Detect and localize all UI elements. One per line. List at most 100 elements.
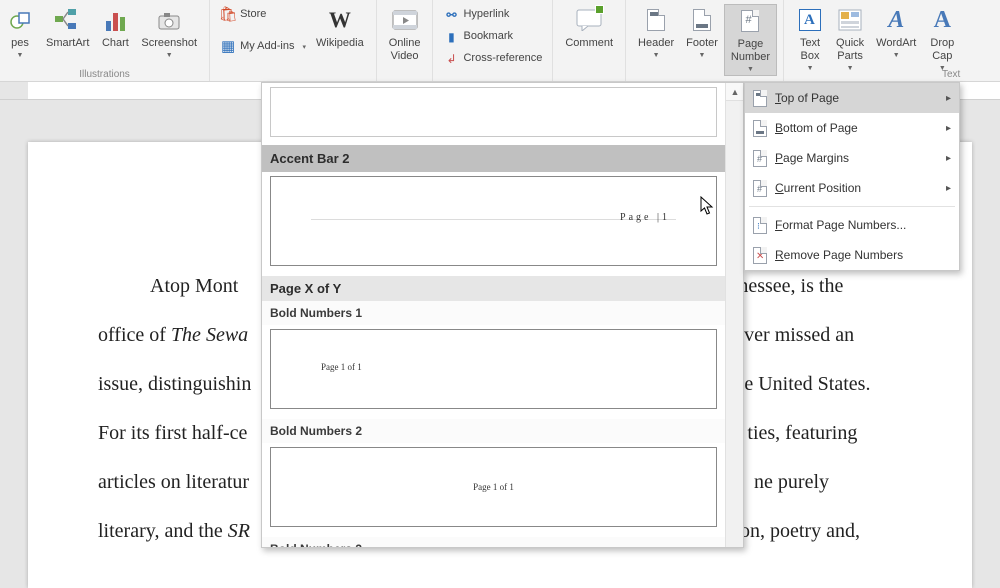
my-addins-button[interactable]: ▦ My Add-ins ▾ bbox=[216, 36, 310, 58]
menu-top-of-page[interactable]: Top of Page ▸ bbox=[745, 83, 959, 113]
store-button[interactable]: 🛍 Store bbox=[216, 4, 310, 26]
menu-remove-page-numbers[interactable]: ✕ Remove Page Numbers bbox=[745, 240, 959, 270]
online-video-button[interactable]: Online Video bbox=[383, 4, 427, 63]
page-margins-icon: # bbox=[751, 149, 769, 167]
menu-format-page-numbers[interactable]: ⁝ Format Page Numbers... bbox=[745, 210, 959, 240]
wordart-button[interactable]: A WordArt ▼ bbox=[870, 4, 922, 61]
group-illustrations: pes ▼ SmartArt Chart Screenshot ▼ Illust… bbox=[0, 0, 210, 81]
submenu-arrow-icon: ▸ bbox=[946, 183, 951, 194]
footer-button[interactable]: Footer ▼ bbox=[680, 4, 724, 61]
menu-separator bbox=[749, 206, 955, 207]
text-box-icon: A bbox=[796, 6, 824, 34]
hyperlink-button[interactable]: ⚯ Hyperlink bbox=[439, 4, 546, 26]
gallery-category-accent-bar-2: Accent Bar 2 bbox=[262, 145, 725, 172]
chevron-down-icon: ▼ bbox=[807, 65, 814, 73]
smartart-icon bbox=[54, 6, 82, 34]
text-fragment: issue, distinguishin bbox=[98, 373, 251, 395]
group-label-illustrations: Illustrations bbox=[0, 69, 209, 80]
page-number-button[interactable]: # Page Number ▼ bbox=[724, 4, 777, 76]
gallery-thumb-text: Page 1 of 1 bbox=[271, 482, 716, 492]
text-fragment-italic: The Sewa bbox=[171, 324, 248, 346]
bookmark-button[interactable]: ▮ Bookmark bbox=[439, 26, 546, 48]
shapes-button[interactable]: pes ▼ bbox=[0, 4, 40, 61]
comment-button[interactable]: Comment bbox=[559, 4, 619, 50]
wikipedia-icon: W bbox=[326, 6, 354, 34]
gallery-item-title: Bold Numbers 2 bbox=[262, 419, 725, 443]
text-box-button[interactable]: A Text Box ▼ bbox=[790, 4, 830, 74]
text-fragment: office of bbox=[98, 324, 171, 346]
current-position-icon: # bbox=[751, 179, 769, 197]
header-label: Header bbox=[638, 37, 674, 50]
screenshot-icon bbox=[155, 6, 183, 34]
gallery-item-bold-numbers-1[interactable]: Page 1 of 1 bbox=[270, 329, 717, 409]
text-fragment: e United States. bbox=[744, 373, 870, 395]
submenu-arrow-icon: ▸ bbox=[946, 123, 951, 134]
quick-parts-button[interactable]: Quick Parts ▼ bbox=[830, 4, 870, 74]
header-button[interactable]: Header ▼ bbox=[632, 4, 680, 61]
group-comments: Comment bbox=[553, 0, 626, 81]
gallery-preview-above[interactable] bbox=[270, 87, 717, 137]
page-number-gallery: Accent Bar 2 Page |1 Page X of Y Bold Nu… bbox=[261, 82, 744, 548]
drop-cap-label: Drop Cap bbox=[930, 37, 954, 63]
group-links: ⚯ Hyperlink ▮ Bookmark ↲ Cross-reference bbox=[433, 0, 553, 81]
hyperlink-icon: ⚯ bbox=[443, 7, 459, 23]
group-media: Online Video bbox=[377, 0, 434, 81]
bookmark-label: Bookmark bbox=[463, 30, 513, 43]
chevron-down-icon: ▼ bbox=[747, 66, 754, 74]
menu-page-margins[interactable]: # Page Margins ▸ bbox=[745, 143, 959, 173]
menu-current-position[interactable]: # Current Position ▸ bbox=[745, 173, 959, 203]
quick-parts-icon bbox=[836, 6, 864, 34]
smartart-button[interactable]: SmartArt bbox=[40, 4, 95, 50]
wordart-label: WordArt bbox=[876, 37, 916, 50]
page-number-menu: Top of Page ▸ Bottom of Page ▸ # Page Ma… bbox=[744, 82, 960, 271]
gallery-item-title: Bold Numbers 3 bbox=[262, 537, 725, 547]
ribbon: pes ▼ SmartArt Chart Screenshot ▼ Illust… bbox=[0, 0, 1000, 82]
text-fragment: ver missed an bbox=[744, 324, 854, 346]
footer-icon bbox=[688, 6, 716, 34]
wikipedia-button[interactable]: W Wikipedia bbox=[310, 4, 370, 50]
page-number-label: Page Number bbox=[731, 38, 770, 64]
chevron-down-icon: ▼ bbox=[653, 52, 660, 60]
gallery-scrollbar[interactable]: ▲ bbox=[725, 83, 743, 547]
chevron-down-icon: ▼ bbox=[17, 52, 24, 60]
comment-icon bbox=[575, 6, 603, 34]
text-fragment: Atop Mont bbox=[150, 275, 238, 297]
drop-cap-button[interactable]: A Drop Cap ▼ bbox=[922, 4, 962, 74]
footer-label: Footer bbox=[686, 37, 718, 50]
text-fragment-italic: SR bbox=[228, 520, 250, 542]
smartart-label: SmartArt bbox=[46, 37, 89, 50]
page-number-icon: # bbox=[736, 7, 764, 35]
gallery-item-bold-numbers-2[interactable]: Page 1 of 1 bbox=[270, 447, 717, 527]
gallery-category-page-x-of-y: Page X of Y bbox=[262, 276, 725, 301]
hyperlink-label: Hyperlink bbox=[463, 8, 509, 21]
chevron-down-icon: ▼ bbox=[166, 52, 173, 60]
video-icon bbox=[391, 6, 419, 34]
chart-label: Chart bbox=[102, 37, 129, 50]
header-icon bbox=[642, 6, 670, 34]
bookmark-icon: ▮ bbox=[443, 29, 459, 45]
group-label-text: Text bbox=[942, 69, 960, 80]
page-bottom-icon bbox=[751, 119, 769, 137]
chevron-down-icon: ▾ bbox=[302, 44, 306, 52]
screenshot-button[interactable]: Screenshot ▼ bbox=[135, 4, 203, 61]
cross-reference-button[interactable]: ↲ Cross-reference bbox=[439, 48, 546, 70]
text-fragment: ne purely bbox=[754, 471, 829, 493]
group-header-footer: Header ▼ Footer ▼ # Page Number ▼ bbox=[626, 0, 784, 81]
store-label: Store bbox=[240, 8, 266, 21]
shapes-icon bbox=[6, 6, 34, 34]
chevron-down-icon: ▼ bbox=[699, 52, 706, 60]
cross-reference-label: Cross-reference bbox=[463, 52, 542, 65]
menu-bottom-of-page[interactable]: Bottom of Page ▸ bbox=[745, 113, 959, 143]
submenu-arrow-icon: ▸ bbox=[946, 153, 951, 164]
group-addins: 🛍 Store ▦ My Add-ins ▾ W Wikipedia bbox=[210, 0, 377, 81]
text-fragment: For its first half-ce bbox=[98, 422, 247, 444]
chart-button[interactable]: Chart bbox=[95, 4, 135, 50]
gallery-thumb-text: Page 1 of 1 bbox=[321, 362, 362, 372]
scroll-up-icon[interactable]: ▲ bbox=[726, 83, 744, 101]
gallery-item-accent-bar-2[interactable]: Page |1 bbox=[270, 176, 717, 266]
chevron-down-icon: ▼ bbox=[893, 52, 900, 60]
remove-page-numbers-icon: ✕ bbox=[751, 246, 769, 264]
screenshot-label: Screenshot bbox=[141, 37, 197, 50]
crossref-icon: ↲ bbox=[443, 51, 459, 67]
quick-parts-label: Quick Parts bbox=[836, 37, 864, 63]
